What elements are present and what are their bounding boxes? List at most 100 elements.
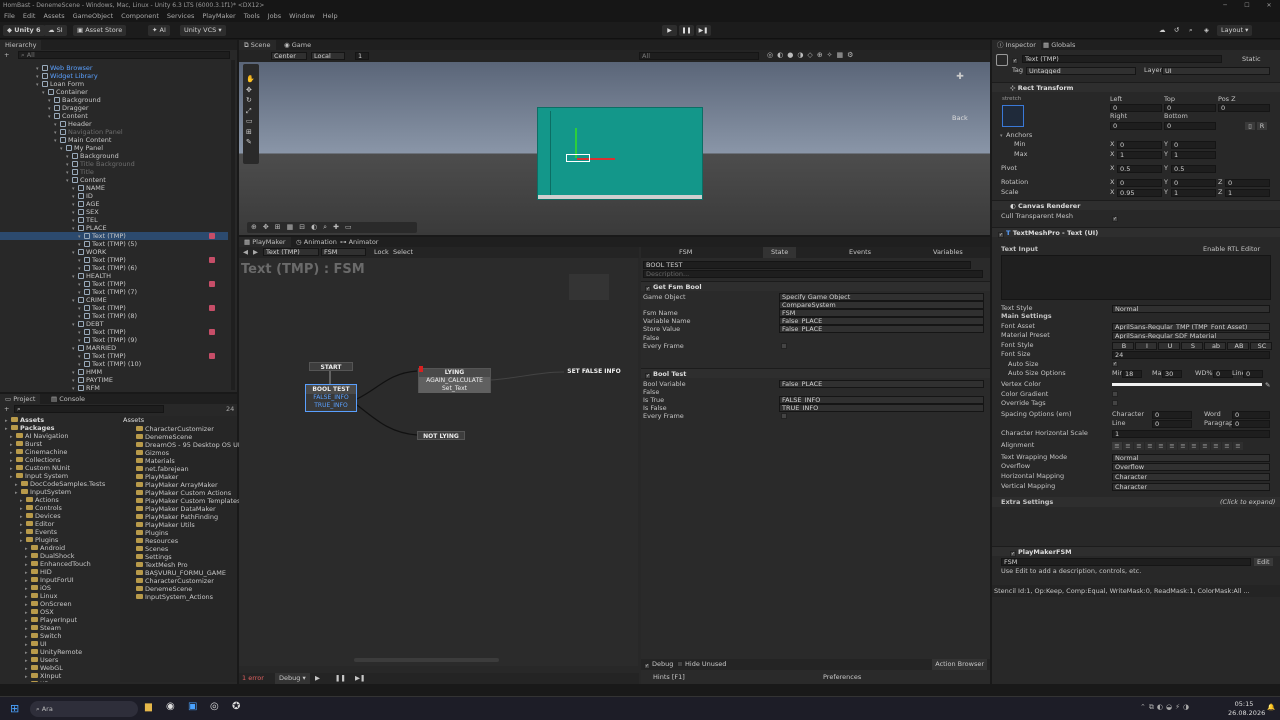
project-folder[interactable]: ▸ Editor	[0, 520, 118, 528]
align-button-icon[interactable]: ≡	[1178, 442, 1188, 450]
step-button[interactable]: ▶❚	[696, 25, 711, 36]
project-folder[interactable]: ▸ Cinemachine	[0, 448, 118, 456]
tab-state[interactable]: State	[763, 247, 797, 258]
chrome-icon[interactable]: ◉	[166, 701, 175, 712]
hints-button[interactable]: Hints [F1]	[653, 672, 685, 683]
project-folder[interactable]: ▸ Controls	[0, 504, 118, 512]
hierarchy-item[interactable]: ▾ AGE	[0, 200, 228, 208]
start-icon[interactable]: ⊞	[10, 703, 22, 715]
right-field[interactable]: 0	[1110, 122, 1162, 130]
wd-field[interactable]: 0	[1213, 370, 1233, 378]
hierarchy-item[interactable]: ▾ Web Browser	[0, 64, 228, 72]
scale-y-field[interactable]: 1	[1171, 189, 1216, 197]
posz-field[interactable]: 0	[1218, 104, 1270, 112]
hierarchy-item[interactable]: ▾ Text (TMP) (10)	[0, 360, 228, 368]
rotation-z-field[interactable]: 0	[1225, 179, 1270, 187]
hierarchy-item[interactable]: ▾ Background	[0, 96, 228, 104]
asset-item[interactable]: DenemeScene	[120, 433, 237, 441]
state-lying[interactable]: LYING AGAIN_CALCULATE Set_Text	[418, 368, 491, 393]
action-param-value[interactable]: FALSE_INFO	[779, 396, 984, 405]
menu-file[interactable]: File	[4, 12, 15, 20]
font-style-button[interactable]: AB	[1227, 342, 1249, 350]
asset-store-button[interactable]: ▣ Asset Store	[73, 25, 127, 36]
asset-item[interactable]: DreamOS - 95 Desktop OS UI	[120, 441, 240, 449]
hierarchy-item[interactable]: ▾ PAYTIME	[0, 376, 228, 384]
hierarchy-item[interactable]: ▾ Navigation Panel	[0, 128, 228, 136]
asset-item[interactable]: Resources	[120, 537, 237, 545]
tab-playmaker[interactable]: ▦ PlayMaker	[239, 237, 291, 247]
project-folder[interactable]: ▸ Devices	[0, 512, 118, 520]
hierarchy-scrollbar[interactable]	[231, 60, 235, 390]
hierarchy-search[interactable]: ⌕ All	[18, 51, 230, 59]
asset-item[interactable]: PlayMaker ArrayMaker	[120, 481, 237, 489]
action-param-value[interactable]: CompareSystem	[779, 301, 984, 310]
line-field[interactable]: 0	[1243, 370, 1263, 378]
hierarchy-item[interactable]: ▾ Text (TMP)	[0, 256, 228, 264]
unity-hub-icon[interactable]: ✪	[232, 701, 240, 712]
scene-bottom-overlay-icons[interactable]: ⊕✥⊞▦⊟◐⌕✚▭	[247, 222, 417, 233]
hierarchy-item[interactable]: ▾ Content	[0, 112, 228, 120]
tab-inspector[interactable]: ⓘ Inspector	[992, 40, 1041, 50]
max-y-field[interactable]: 1	[1171, 151, 1216, 159]
hierarchy-item[interactable]: ▾ Text (TMP) (8)	[0, 312, 228, 320]
hierarchy-item[interactable]: ▾ ID	[0, 192, 228, 200]
action-enabled-checkbox[interactable]: ✓	[645, 373, 651, 379]
eyedropper-icon[interactable]: ✎	[1265, 381, 1270, 389]
project-folder[interactable]: ▸ Users	[0, 656, 118, 664]
action-get-fsm-bool[interactable]: ✓ Get Fsm Bool	[641, 281, 990, 292]
back-arrow-icon[interactable]: ◀	[243, 247, 248, 258]
hierarchy-item[interactable]: ▾ DEBT	[0, 320, 228, 328]
scene-view-options-icon[interactable]: ◎◐●◑◇⊕✧▦⚙	[767, 51, 857, 59]
hierarchy-item[interactable]: ▾ Text (TMP) (5)	[0, 240, 228, 248]
hierarchy-item[interactable]: ▾ Background	[0, 152, 228, 160]
hierarchy-item[interactable]: ▾ CRIME	[0, 296, 228, 304]
word-spacing-field[interactable]: 0	[1232, 411, 1270, 419]
rtl-editor-toggle[interactable]: Enable RTL Editor	[1203, 245, 1260, 254]
project-folder[interactable]: ▸XR	[0, 680, 118, 682]
close-button[interactable]: ✕	[1258, 0, 1280, 11]
hierarchy-item[interactable]: ▾ Text (TMP) (9)	[0, 336, 228, 344]
align-button-icon[interactable]: ≡	[1123, 442, 1133, 450]
project-folder[interactable]: ▸ Assets	[0, 416, 118, 424]
hierarchy-item[interactable]: ▾ Text (TMP)	[0, 352, 228, 360]
hierarchy-item[interactable]: ▾ WORK	[0, 248, 228, 256]
menu-tools[interactable]: Tools	[244, 12, 260, 20]
unity-vcs-button[interactable]: Unity VCS ▾	[180, 25, 226, 36]
app-icon[interactable]: ◎	[210, 701, 219, 712]
scene-viewport[interactable]: ✋ ✥ ↻ ⤢ ▭ ⊞ ✎ ✚ Back ⊕✥⊞▦⊟◐⌕✚▭	[239, 62, 990, 235]
raw-edit-button[interactable]: R	[1257, 122, 1267, 130]
hmap-field[interactable]: Character	[1112, 473, 1270, 481]
asset-item[interactable]: InputSystem_Actions	[120, 593, 237, 601]
asset-item[interactable]: DenemeScene	[120, 585, 237, 593]
rotation-x-field[interactable]: 0	[1117, 179, 1162, 187]
hierarchy-item[interactable]: ▾ NAME	[0, 184, 228, 192]
start-node[interactable]: START	[309, 362, 353, 371]
hierarchy-item[interactable]: ▾ HMM	[0, 368, 228, 376]
transition-true-info[interactable]: TRUE_INFO	[306, 402, 356, 410]
line-spacing-field[interactable]: 0	[1152, 420, 1192, 428]
menu-component[interactable]: Component	[121, 12, 159, 20]
project-folder[interactable]: ▸ Input System	[0, 472, 118, 480]
project-folder[interactable]: ▸ Custom NUnit	[0, 464, 118, 472]
state-set-false-info[interactable]: SET FALSE INFO	[565, 367, 623, 376]
tab-globals[interactable]: ▦ Globals	[1038, 40, 1080, 50]
tray-icons[interactable]: ⌃⧉◐◒⚡◑	[1140, 703, 1192, 712]
asset-item[interactable]: Materials	[120, 457, 237, 465]
text_style-field[interactable]: Normal	[1112, 305, 1270, 313]
pivot-y-field[interactable]: 0.5	[1171, 165, 1216, 173]
pause-button[interactable]: ❚❚	[679, 25, 694, 36]
font_asset-field[interactable]: AprilSans-Regular_TMP (TMP_Font Asset)	[1112, 323, 1270, 331]
action-param-checkbox[interactable]	[781, 413, 787, 420]
static-toggle[interactable]: Static	[1242, 55, 1261, 63]
transition-again-calculate[interactable]: AGAIN_CALCULATE	[419, 377, 490, 385]
project-folder[interactable]: ▸ iOS	[0, 584, 118, 592]
clock[interactable]: 05:15 26.08.2026	[1228, 700, 1265, 718]
project-folder[interactable]: ▸ DocCodeSamples.Tests	[0, 480, 118, 488]
si-button[interactable]: ☁ SI	[44, 25, 67, 36]
project-folder[interactable]: ▸ AI Navigation	[0, 432, 118, 440]
material-field[interactable]: AprilSans-Regular SDF Material	[1112, 332, 1270, 340]
hierarchy-item[interactable]: ▾ Title	[0, 168, 228, 176]
hierarchy-item[interactable]: ▾ Text (TMP)	[0, 328, 228, 336]
project-folder[interactable]: ▸ HID	[0, 568, 118, 576]
hierarchy-item[interactable]: ▾ MARRIED	[0, 344, 228, 352]
